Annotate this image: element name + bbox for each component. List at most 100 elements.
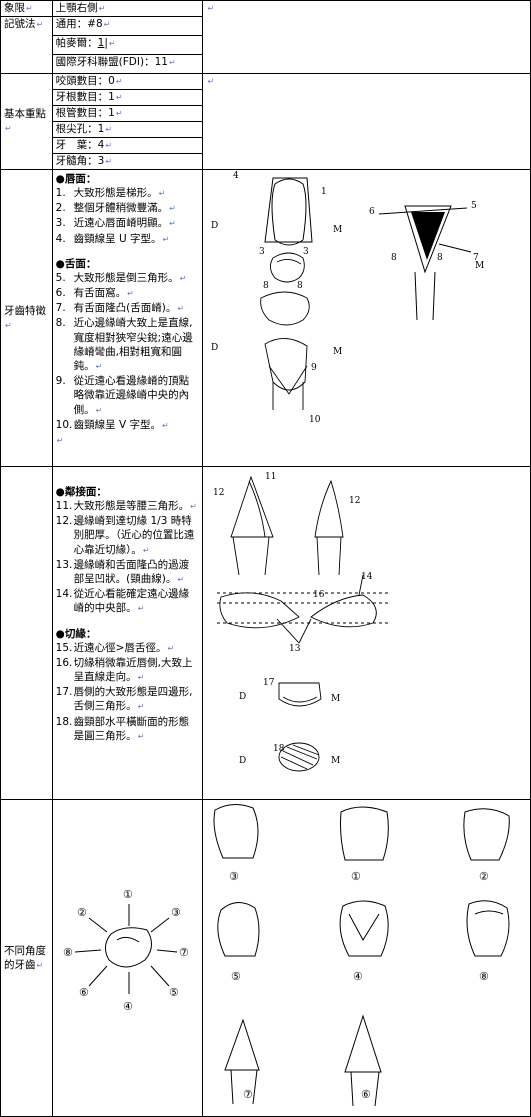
lingual-title: ●舌面： xyxy=(55,257,97,270)
features-row-1: 牙齒特徵↵ ●唇面： 1. 大致形態是梯形。↵ 2. 整個牙體稍微豐滿。↵ 3. 近遠… xyxy=(0,169,531,467)
proximal-incisal-text: ●鄰接面： 11. 大致形態是等腰三角形。↵ 12. 邊緣嵴到達切緣 1/3 時特別… xyxy=(51,466,204,800)
basic-item: 牙 葉：4↵ xyxy=(51,137,204,154)
svg-text:9: 9 xyxy=(311,363,317,373)
list-item: 4. 齒頸線呈 U 字型。↵ xyxy=(55,232,170,245)
notation-fdi: 國際牙科聯盟(FDI)：11↵ xyxy=(51,54,204,74)
basic-item: 牙根數目：1↵ xyxy=(51,89,204,106)
svg-text:①: ① xyxy=(351,870,361,883)
svg-text:⑥: ⑥ xyxy=(361,1088,371,1101)
svg-text:⑥: ⑥ xyxy=(79,986,89,999)
svg-text:6: 6 xyxy=(369,207,375,217)
list-item: 1. 大致形態是梯形。↵ xyxy=(55,187,166,199)
incisal-small-view xyxy=(270,252,306,283)
svg-text:②: ② xyxy=(77,906,87,919)
labial-list: 1. 大致形態是梯形。↵ 2. 整個牙體稍微豐滿。↵ 3. 近遠心唇面嵴明顯。↵ 4.… xyxy=(56,186,200,247)
svg-text:②: ② xyxy=(479,870,489,883)
features-label: 牙齒特徵↵ xyxy=(0,169,53,467)
views-grid-cell: ③ ① ② ⑤ ④ ⑧ ⑦ ⑥ xyxy=(202,799,531,1117)
quadrant-row: 象限↵ 上顎右側↵ ↵ xyxy=(0,0,531,74)
compass-labels: ① ② ③ ⑧ ⑦ ⑥ ⑤ ④ xyxy=(63,888,189,1013)
list-item: 18. 齒頸部水平橫斷面的形態是圓三角形。↵ xyxy=(55,715,190,742)
features-row-2: ●鄰接面： 11. 大致形態是等腰三角形。↵ 12. 邊緣嵴到達切緣 1/3 時特別… xyxy=(0,466,531,800)
cross-section-views xyxy=(217,574,390,644)
basic-item: 根管數目：1↵ xyxy=(51,105,204,122)
svg-text:5: 5 xyxy=(471,201,477,211)
labial-lingual-drawing: D M 4 1 3 3 8 8 6 5 8 8 7 M D M 9 10 xyxy=(211,171,484,425)
document-page: 象限↵ 上顎右側↵ ↵ 記號法↵ 通用：#8↵ 帕麥爾：1|↵ 國際牙科聯盟(F… xyxy=(0,0,531,1117)
incisal-views xyxy=(279,682,322,772)
list-item: 10. 齒頸線呈 V 字型。↵ xyxy=(55,418,169,431)
tooth-info-table: 象限↵ 上顎右側↵ ↵ 記號法↵ 通用：#8↵ 帕麥爾：1|↵ 國際牙科聯盟(F… xyxy=(0,0,531,1117)
compass-arrows xyxy=(74,904,177,994)
list-item: 6. 有舌面窩。↵ xyxy=(55,287,134,300)
svg-text:3: 3 xyxy=(303,247,309,257)
svg-text:M: M xyxy=(331,756,340,766)
svg-text:⑧: ⑧ xyxy=(479,970,489,983)
svg-text:④: ④ xyxy=(123,1000,133,1013)
view-row-2 xyxy=(217,900,510,957)
basics-label: 基本重點↵ xyxy=(0,73,53,170)
list-item: 15. 近遠心徑>唇舌徑。↵ xyxy=(55,641,175,654)
proximal-list: 11. 大致形態是等腰三角形。↵ 12. 邊緣嵴到達切緣 1/3 時特別肥厚。（近心… xyxy=(56,499,200,617)
labial-view xyxy=(264,177,314,246)
list-item: 9. 從近遠心看邊緣嵴的頂點略微靠近邊緣嵴中央的內側。↵ xyxy=(55,375,190,416)
svg-text:D: D xyxy=(211,343,218,353)
notation-blank-cell: ↵ xyxy=(202,0,531,74)
proximal-incisal-drawing: 11 12 12 14 16 13 17 D M 18 D M xyxy=(213,472,390,772)
svg-text:⑧: ⑧ xyxy=(63,946,73,959)
svg-text:③: ③ xyxy=(171,906,181,919)
list-item: 8. 近心邊緣嵴大致上是直線,寬度相對狹窄尖銳;遠心邊緣嵴彎曲,相對粗寬和圓鈍。↵ xyxy=(55,317,193,373)
svg-text:3: 3 xyxy=(259,247,265,257)
notation-universal: 通用：#8↵ xyxy=(51,16,204,36)
labial-lingual-diagrams: D M 4 1 3 3 8 8 6 5 8 8 7 M D M 9 10 xyxy=(202,169,531,467)
list-item: 16. 切緣稍微靠近唇側,大致上呈直線走向。↵ xyxy=(55,656,193,684)
basics-row-0: 基本重點↵ 咬頭數目：0↵ ↵ xyxy=(0,73,531,170)
svg-text:8: 8 xyxy=(437,253,443,263)
tooth-views-grid: ③ ① ② ⑤ ④ ⑧ ⑦ ⑥ xyxy=(213,804,511,1107)
list-item: 3. 近遠心唇面嵴明顯。↵ xyxy=(55,217,176,230)
notation-label: 記號法↵ xyxy=(0,16,53,74)
basic-item: 根尖孔：1↵ xyxy=(51,121,204,138)
svg-text:4: 4 xyxy=(233,171,239,181)
notation-palmer: 帕麥爾：1|↵ xyxy=(51,35,204,55)
svg-text:8: 8 xyxy=(391,253,397,263)
svg-text:14: 14 xyxy=(361,572,373,582)
svg-text:16: 16 xyxy=(313,590,325,600)
basic-item: 牙髓角：3↵ xyxy=(51,153,204,170)
views-label: 不同角度的牙齒↵ xyxy=(0,799,53,1117)
lingual-view xyxy=(260,291,311,410)
proximal-title: ●鄰接面： xyxy=(55,486,107,498)
view-labels: ③ ① ② ⑤ ④ ⑧ ⑦ ⑥ xyxy=(229,870,489,1101)
incisal-title: ●切緣： xyxy=(55,627,97,640)
svg-text:⑤: ⑤ xyxy=(231,970,241,983)
svg-text:11: 11 xyxy=(265,472,276,482)
svg-text:M: M xyxy=(475,261,484,271)
basic-item: 咬頭數目：0↵ xyxy=(51,73,204,90)
list-item: 17. 唇側的大致形態是四邊形,舌側三角形。↵ xyxy=(55,686,193,713)
basics-blank-cell: ↵ xyxy=(202,73,531,170)
svg-text:①: ① xyxy=(123,888,133,901)
proximal-views xyxy=(230,475,344,576)
svg-text:10: 10 xyxy=(309,415,321,425)
svg-text:1: 1 xyxy=(321,187,327,197)
svg-text:③: ③ xyxy=(229,870,239,883)
svg-text:18: 18 xyxy=(273,744,285,754)
list-item: 14. 從近心看能確定遠心邊緣嵴的中央部。↵ xyxy=(55,588,190,615)
features-blank-cell xyxy=(0,466,53,800)
list-item: 13. 邊緣嵴和舌面隆凸的過渡部呈凹狀。(頸曲線)。↵ xyxy=(55,558,190,586)
svg-text:M: M xyxy=(333,347,342,357)
list-item: 12. 邊緣嵴到達切緣 1/3 時特別肥厚。（近心的位置比遠心靠近切緣）。↵ xyxy=(55,515,195,556)
quadrant-label: 象限↵ xyxy=(0,0,53,17)
svg-text:8: 8 xyxy=(263,281,269,291)
labial-title: ●唇面： xyxy=(55,173,97,185)
svg-text:⑤: ⑤ xyxy=(169,986,179,999)
compass-tooth xyxy=(104,927,152,968)
quadrant-value: 上顎右側↵ xyxy=(51,0,204,17)
incisal-list: 15. 近遠心徑>唇舌徑。↵ 16. 切緣稍微靠近唇側,大致上呈直線走向。↵ 17.… xyxy=(56,641,200,744)
triangle-view xyxy=(379,205,472,321)
list-item: 5. 大致形態是倒三角形。↵ xyxy=(55,271,187,284)
list-item: 11. 大致形態是等腰三角形。↵ xyxy=(55,500,197,512)
svg-text:⑦: ⑦ xyxy=(179,946,189,959)
svg-text:M: M xyxy=(333,225,342,235)
diagram-labels: D M 4 1 3 3 8 8 6 5 8 8 7 M D M 9 10 xyxy=(211,171,484,425)
